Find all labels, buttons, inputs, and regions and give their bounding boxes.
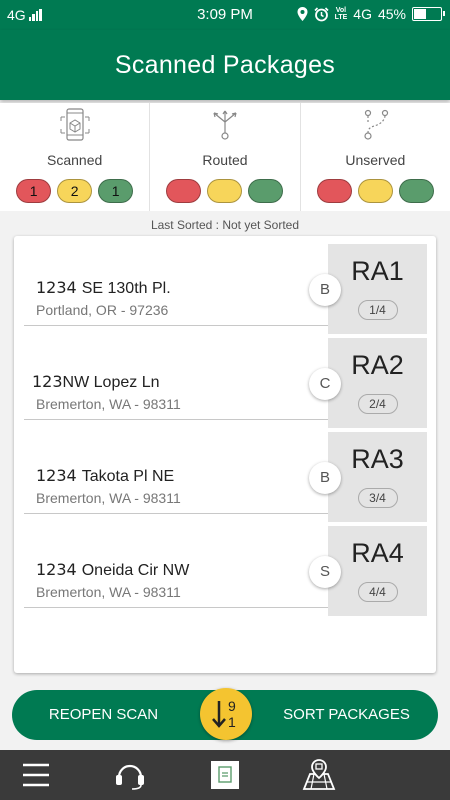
city-line: Portland, OR - 97236 xyxy=(36,302,169,318)
red-count-badge xyxy=(166,179,202,203)
package-list: 1234 SE 130th Pl. Portland, OR - 97236 RA… xyxy=(14,236,436,673)
address-line: 123NW Lopez Ln xyxy=(32,372,159,392)
zone-code: RA3 xyxy=(351,444,404,474)
yellow-count-badge xyxy=(357,179,393,203)
house-number: 1234 xyxy=(36,560,77,579)
sort-icon-bottom: 1 xyxy=(228,714,236,730)
status-bar: 4G 3:09 PM Vol LTE 4G 45% xyxy=(0,0,450,30)
position-badge: 1/4 xyxy=(357,300,398,320)
lane-badge: B xyxy=(309,274,341,306)
street-name: Oneida Cir NW xyxy=(81,562,190,579)
last-sorted-text: Last Sorted : Not yet Sorted xyxy=(150,218,300,232)
page-title: Scanned Packages xyxy=(114,51,336,79)
summary-unserved[interactable]: Unserved xyxy=(301,103,450,211)
sort-icon-top: 9 xyxy=(228,698,236,714)
sort-descending-icon: 9 1 xyxy=(212,698,236,730)
battery-level xyxy=(414,9,426,19)
volte-line1: Vol xyxy=(335,7,347,14)
route-split-icon xyxy=(213,110,237,140)
zone-box: RA4 4/4 xyxy=(328,526,427,616)
volte-line2: LTE xyxy=(334,14,348,21)
summary-panel: Scanned 1 2 1 Routed Unserved xyxy=(0,103,450,211)
lane-badge: B xyxy=(309,462,341,494)
headset-icon[interactable] xyxy=(113,758,147,792)
network-type-right: 4G xyxy=(353,6,372,22)
package-row[interactable]: 1234 Oneida Cir NW Bremerton, WA - 98311 … xyxy=(24,518,427,616)
address-line: 1234 SE 130th Pl. xyxy=(36,278,171,298)
city-line: Bremerton, WA - 98311 xyxy=(36,396,181,412)
street-name: Takota Pl NE xyxy=(81,468,175,485)
battery-icon xyxy=(412,7,445,21)
status-pills xyxy=(150,179,299,203)
zone-code: RA1 xyxy=(351,256,404,286)
green-count-badge xyxy=(248,179,284,203)
volte-icon: Vol LTE xyxy=(335,7,348,21)
street-name: NW Lopez Ln xyxy=(62,374,160,391)
red-count-badge: 1 xyxy=(16,179,52,203)
zone-box: RA2 2/4 xyxy=(328,338,427,428)
position-badge: 2/4 xyxy=(357,394,398,414)
city-line: Bremerton, WA - 98311 xyxy=(36,584,181,600)
package-row[interactable]: 123NW Lopez Ln Bremerton, WA - 98311 RA2… xyxy=(24,330,427,428)
position-badge: 3/4 xyxy=(357,488,398,508)
zone-code: RA2 xyxy=(351,350,404,380)
street-name: SE 130th Pl. xyxy=(81,280,171,297)
address-line: 1234 Takota Pl NE xyxy=(36,466,174,486)
package-row[interactable]: 1234 SE 130th Pl. Portland, OR - 97236 RA… xyxy=(24,236,427,334)
yellow-count-badge: 2 xyxy=(57,179,93,203)
menu-icon[interactable] xyxy=(19,758,53,792)
summary-label: Unserved xyxy=(345,152,406,168)
phone-scan-icon xyxy=(60,108,90,141)
reopen-scan-button[interactable]: REOPEN SCAN xyxy=(26,690,181,740)
lane-badge: C xyxy=(309,368,341,400)
summary-label: Scanned xyxy=(47,152,103,168)
path-pins-icon xyxy=(364,109,389,140)
battery-percent: 45% xyxy=(377,6,406,22)
sort-packages-button[interactable]: SORT PACKAGES xyxy=(269,690,424,740)
city-line: Bremerton, WA - 98311 xyxy=(36,490,181,506)
lane-badge: S xyxy=(309,556,341,588)
red-count-badge xyxy=(316,179,352,203)
package-row[interactable]: 1234 Takota Pl NE Bremerton, WA - 98311 R… xyxy=(24,424,427,522)
location-icon xyxy=(297,7,308,21)
house-number: 1234 xyxy=(36,278,77,297)
house-number: 123 xyxy=(32,372,63,391)
green-count-badge xyxy=(398,179,434,203)
summary-scanned[interactable]: Scanned 1 2 1 xyxy=(0,103,151,211)
house-number: 1234 xyxy=(36,466,77,485)
alarm-icon xyxy=(314,6,329,21)
zone-code: RA4 xyxy=(351,538,404,568)
status-pills: 1 2 1 xyxy=(0,179,149,203)
document-icon[interactable] xyxy=(208,758,242,792)
position-badge: 4/4 xyxy=(357,582,398,602)
yellow-count-badge xyxy=(207,179,243,203)
bottom-nav xyxy=(0,750,450,800)
system-icons: Vol LTE 4G 45% xyxy=(297,6,445,22)
zone-box: RA3 3/4 xyxy=(328,432,427,522)
status-pills xyxy=(301,179,450,203)
zone-box: RA1 1/4 xyxy=(328,244,427,334)
map-icon[interactable] xyxy=(302,758,336,792)
green-count-badge: 1 xyxy=(98,179,134,203)
app-bar: Scanned Packages xyxy=(0,30,450,100)
sort-order-button[interactable]: 9 1 xyxy=(200,688,252,740)
summary-label: Routed xyxy=(202,152,248,168)
address-line: 1234 Oneida Cir NW xyxy=(36,560,189,580)
summary-routed[interactable]: Routed xyxy=(150,103,301,211)
